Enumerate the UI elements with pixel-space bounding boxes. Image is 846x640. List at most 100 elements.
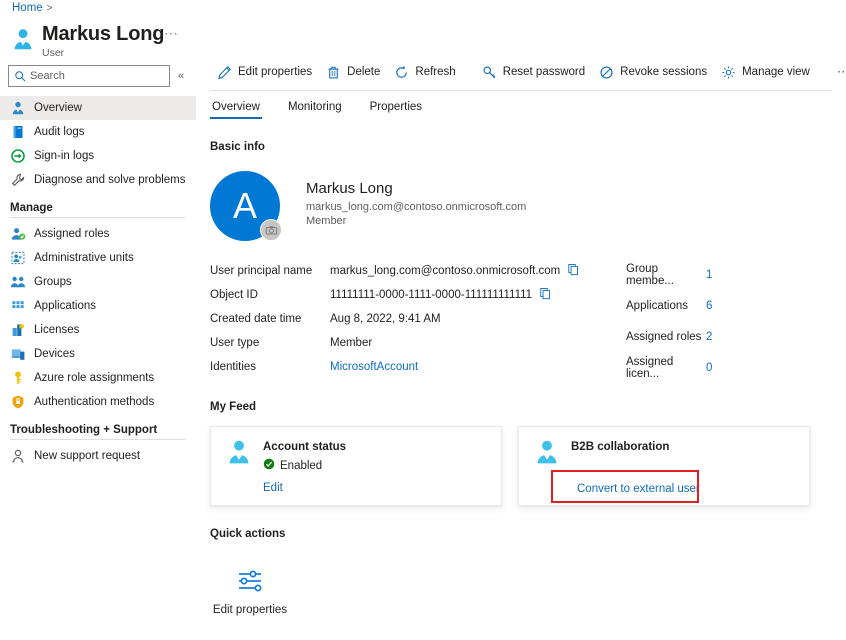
quick-action-edit-properties[interactable]: Edit properties	[210, 566, 290, 616]
stat-row: Group membe... 1	[626, 259, 712, 290]
sidebar-item-label: Audit logs	[34, 126, 85, 138]
copy-icon[interactable]	[539, 287, 552, 303]
breadcrumb-home[interactable]: Home	[12, 2, 43, 14]
sidebar-item-diagnose-and-solve-problems[interactable]: Diagnose and solve problems	[0, 168, 196, 192]
user-icon	[533, 438, 561, 466]
sidebar-item-label: Azure role assignments	[34, 372, 154, 384]
user-icon	[225, 438, 253, 466]
sidebar-item-audit-logs[interactable]: Audit logs	[0, 120, 196, 144]
property-row: User type Member	[210, 331, 846, 355]
tab-overview[interactable]: Overview	[210, 97, 262, 119]
account-status-card: Account status Enabled Edit	[210, 426, 502, 506]
command-label: Manage view	[742, 66, 810, 78]
property-key: User type	[210, 337, 330, 349]
tab-properties[interactable]: Properties	[368, 97, 424, 119]
page-header: Markus Long User	[10, 22, 164, 59]
properties-grid: User principal name markus_long.com@cont…	[196, 259, 846, 379]
sidebar-item-applications[interactable]: Applications	[0, 294, 196, 318]
reset-password-button[interactable]: Reset password	[475, 60, 592, 84]
licenses-icon	[10, 322, 26, 338]
property-value-wrap: markus_long.com@contoso.onmicrosoft.com	[330, 263, 580, 279]
property-value: markus_long.com@contoso.onmicrosoft.com	[330, 265, 560, 277]
sidebar: « Overview	[0, 62, 196, 640]
stat-key: Group membe...	[626, 263, 706, 287]
command-overflow-button[interactable]: ⋯	[829, 64, 846, 80]
avatar: A	[210, 171, 280, 241]
sidebar-item-label: Administrative units	[34, 252, 134, 264]
key-icon	[482, 65, 497, 80]
sidebar-item-devices[interactable]: Devices	[0, 342, 196, 366]
command-label: Delete	[347, 66, 380, 78]
delete-button[interactable]: Delete	[319, 60, 387, 84]
assigned-roles-icon	[10, 226, 26, 242]
sidebar-item-assigned-roles[interactable]: Assigned roles	[0, 222, 196, 246]
shield-icon	[10, 394, 26, 410]
sidebar-search-row: «	[0, 62, 196, 90]
pencil-icon	[217, 65, 232, 80]
sidebar-item-groups[interactable]: Groups	[0, 270, 196, 294]
tab-monitoring[interactable]: Monitoring	[286, 97, 344, 119]
property-value-link[interactable]: MicrosoftAccount	[330, 361, 418, 373]
card-title: Account status	[263, 441, 346, 453]
sidebar-item-authentication-methods[interactable]: Authentication methods	[0, 390, 196, 414]
command-label: Reset password	[503, 66, 585, 78]
page-title: Markus Long	[42, 22, 164, 46]
command-label: Refresh	[415, 66, 455, 78]
copy-icon[interactable]	[567, 263, 580, 279]
user-icon	[10, 100, 26, 116]
stats-column: Group membe... 1 Applications 6 Assigned…	[626, 259, 712, 383]
trash-icon	[326, 65, 341, 80]
stat-key: Assigned roles	[626, 331, 706, 343]
status-text: Enabled	[280, 460, 322, 472]
sidebar-item-label: Diagnose and solve problems	[34, 174, 186, 186]
command-bar: Edit properties Delete	[196, 58, 846, 86]
my-feed-cards: Account status Enabled Edit	[196, 426, 846, 506]
book-icon	[10, 124, 26, 140]
property-row: Created date time Aug 8, 2022, 9:41 AM	[210, 307, 846, 331]
stat-row: Applications 6	[626, 290, 712, 321]
stat-value[interactable]: 0	[706, 362, 712, 374]
sidebar-item-new-support-request[interactable]: New support request	[0, 444, 196, 468]
search-box[interactable]	[8, 65, 170, 87]
identity-block: A Markus Long markus_long.com@contoso.on…	[196, 171, 846, 241]
stat-value[interactable]: 1	[706, 269, 712, 281]
check-circle-icon	[263, 458, 275, 473]
identity-text: Markus Long markus_long.com@contoso.onmi…	[306, 179, 526, 227]
edit-properties-button[interactable]: Edit properties	[210, 60, 319, 84]
card-body: B2B collaboration	[571, 437, 669, 455]
page-more-menu-button[interactable]: ⋯	[164, 28, 179, 38]
sidebar-item-administrative-units[interactable]: Administrative units	[0, 246, 196, 270]
sidebar-item-label: Sign-in logs	[34, 150, 94, 162]
quick-action-label: Edit properties	[213, 604, 287, 616]
camera-icon[interactable]	[260, 219, 282, 241]
identity-user-type: Member	[306, 215, 526, 227]
command-label: Revoke sessions	[620, 66, 707, 78]
refresh-button[interactable]: Refresh	[387, 60, 462, 84]
stat-key: Assigned licen...	[626, 356, 706, 380]
sidebar-item-label: Groups	[34, 276, 72, 288]
card-edit-link[interactable]: Edit	[263, 482, 283, 494]
convert-to-external-user-link[interactable]: Convert to external user	[577, 483, 700, 495]
sidebar-divider	[10, 439, 186, 440]
stat-row: Assigned roles 2	[626, 321, 712, 352]
sidebar-item-sign-in-logs[interactable]: Sign-in logs	[0, 144, 196, 168]
breadcrumb: Home>	[12, 2, 57, 14]
stat-value[interactable]: 2	[706, 331, 712, 343]
sidebar-collapse-button[interactable]: «	[178, 71, 184, 82]
card-body: Account status Enabled	[263, 437, 346, 473]
property-value: Member	[330, 337, 372, 349]
stat-key: Applications	[626, 300, 706, 312]
stat-value[interactable]: 6	[706, 300, 712, 312]
property-key: Object ID	[210, 289, 330, 301]
sidebar-item-label: Authentication methods	[34, 396, 154, 408]
sidebar-item-azure-role-assignments[interactable]: Azure role assignments	[0, 366, 196, 390]
devices-icon	[10, 346, 26, 362]
sidebar-item-label: New support request	[34, 450, 140, 462]
manage-view-button[interactable]: Manage view	[714, 60, 817, 84]
revoke-sessions-button[interactable]: Revoke sessions	[592, 60, 714, 84]
sidebar-item-licenses[interactable]: Licenses	[0, 318, 196, 342]
sidebar-item-overview[interactable]: Overview	[0, 96, 196, 120]
search-input[interactable]	[9, 66, 169, 86]
sidebar-item-label: Overview	[34, 102, 82, 114]
property-row: Object ID 11111111-0000-1111-0000-111111…	[210, 283, 846, 307]
